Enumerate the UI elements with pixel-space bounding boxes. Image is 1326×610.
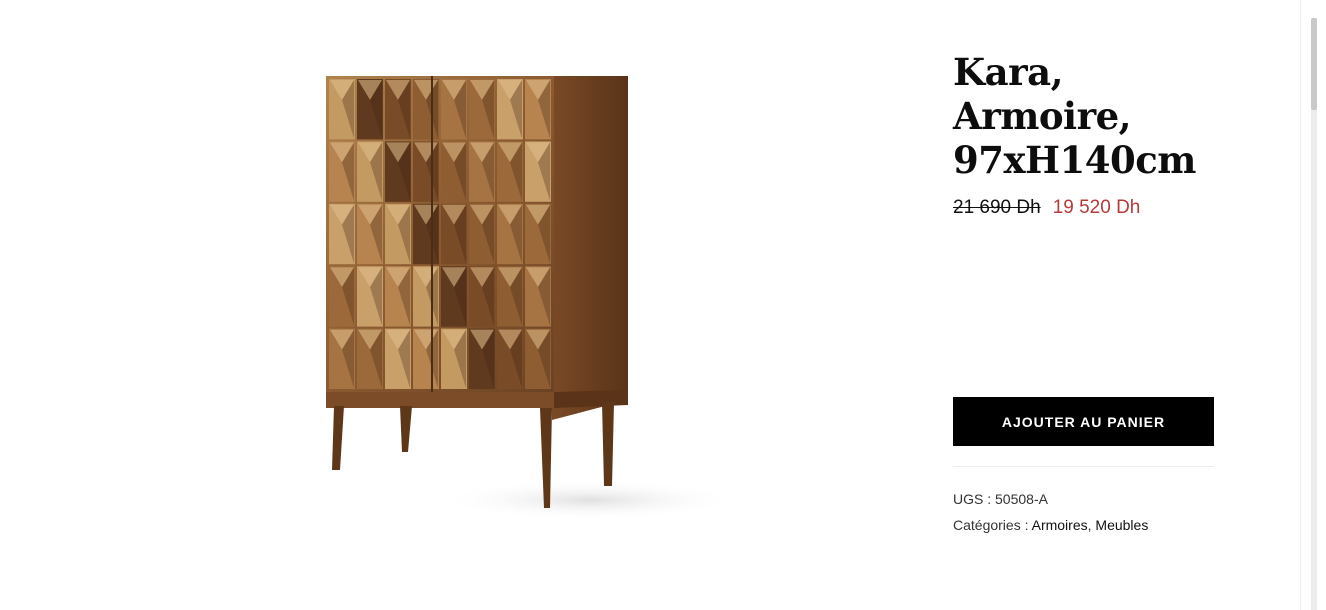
page-scrollbar[interactable] (1300, 0, 1326, 610)
product-gallery[interactable] (0, 0, 930, 610)
category-link-meubles[interactable]: Meubles (1095, 517, 1148, 533)
add-to-cart-button[interactable]: AJOUTER AU PANIER (953, 397, 1214, 446)
product-title: Kara, Armoire, 97xH140cm (953, 50, 1215, 182)
categories-label: Catégories : (953, 517, 1032, 533)
sku-value: 50508-A (995, 491, 1048, 507)
price: 21 690 Dh 19 520 Dh (953, 196, 1215, 220)
sku-label: UGS : (953, 491, 996, 507)
categories-row: Catégories : Armoires, Meubles (953, 512, 1253, 538)
product-meta: UGS : 50508-A Catégories : Armoires, Meu… (953, 486, 1253, 538)
scrollbar-thumb[interactable] (1311, 18, 1317, 110)
divider (953, 466, 1214, 467)
product-page: Kara, Armoire, 97xH140cm 21 690 Dh 19 52… (0, 0, 1326, 610)
price-sale: 19 520 Dh (1052, 197, 1141, 218)
title-line: Armoire, (953, 94, 1132, 138)
product-image[interactable] (290, 60, 750, 530)
product-summary: Kara, Armoire, 97xH140cm 21 690 Dh 19 52… (953, 50, 1215, 220)
sku-row: UGS : 50508-A (953, 486, 1253, 512)
title-line: 97xH140cm (953, 138, 1196, 182)
category-link-armoires[interactable]: Armoires (1032, 517, 1088, 533)
title-line: Kara, (953, 50, 1063, 94)
price-regular: 21 690 Dh (953, 197, 1041, 218)
